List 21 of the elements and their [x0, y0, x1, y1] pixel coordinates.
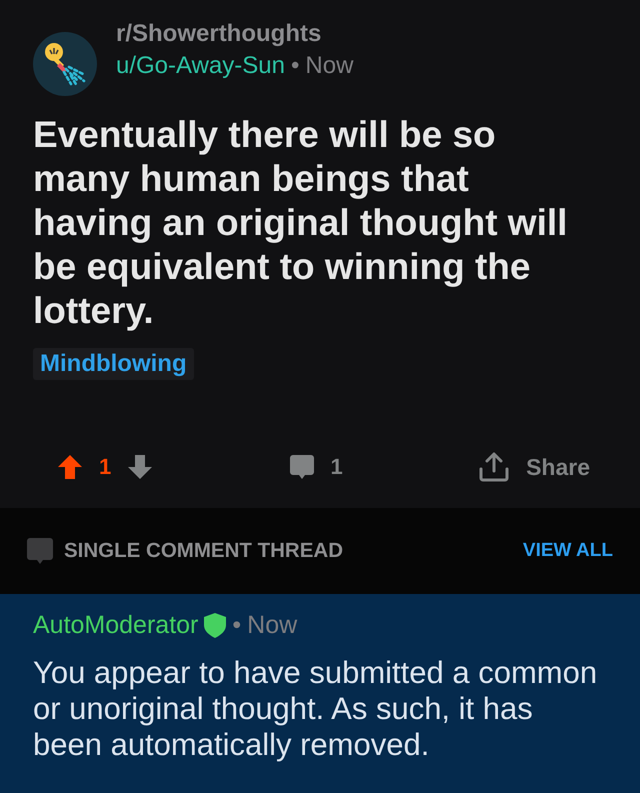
post-time: Now [305, 51, 354, 81]
post-flair[interactable]: Mindblowing [33, 348, 194, 380]
lightbulb-shower-avatar-icon[interactable] [33, 32, 97, 96]
comment-count: 1 [330, 454, 343, 480]
post-title: Eventually there will be so many human beings that having an original thought will be equivalent to winning the lottery. [33, 113, 568, 333]
bullet-separator: • [290, 51, 300, 81]
comment-icon [26, 537, 54, 565]
username-link[interactable]: u/Go-Away-Sun [116, 50, 285, 82]
comment-time: Now [247, 610, 298, 640]
comment-icon[interactable] [288, 454, 315, 480]
vote-score: 1 [99, 454, 112, 480]
thread-label: SINGLE COMMENT THREAD [64, 539, 344, 563]
comment-author[interactable]: AutoModerator [33, 610, 198, 640]
share-icon [478, 451, 510, 483]
downvote-button[interactable] [127, 454, 154, 480]
bullet-separator: • [232, 610, 242, 640]
share-button[interactable]: Share [478, 451, 590, 483]
view-all-link[interactable]: VIEW ALL [522, 540, 613, 562]
upvote-button[interactable] [57, 454, 83, 480]
subreddit-name[interactable]: r/Showerthoughts [116, 18, 354, 50]
comment-text: You appear to have submitted a common or unoriginal thought. As such, it has been automatically removed. [33, 655, 598, 763]
